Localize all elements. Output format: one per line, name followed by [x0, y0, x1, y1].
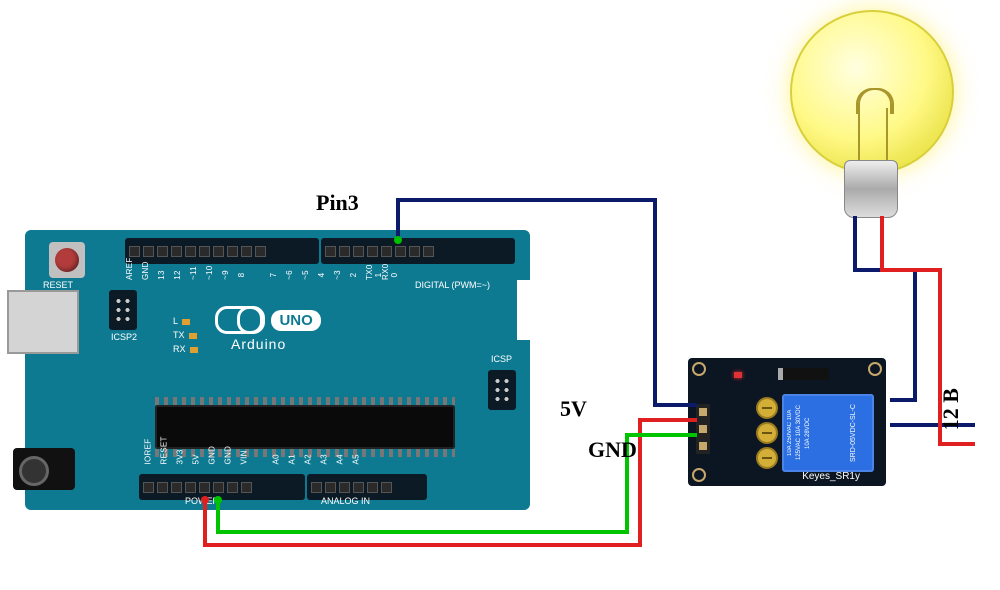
arduino-logo: UNO Arduino: [215, 306, 321, 352]
label-12v: 12 B: [938, 388, 964, 430]
relay-terminal-com[interactable]: [756, 422, 778, 444]
relay-pin-minus[interactable]: [699, 442, 707, 450]
relay-pin-s[interactable]: [699, 408, 707, 416]
reset-button[interactable]: [49, 242, 85, 278]
light-bulb: [790, 10, 950, 230]
icsp-header[interactable]: [488, 370, 516, 410]
relay-screw-terminals-visual: [756, 396, 778, 470]
relay-brand-label: Keyes_SR1y: [802, 471, 860, 482]
bulb-glass: [790, 10, 954, 174]
relay-ratings-text: 10A 250VAC 10A 125VAC 10A 30VDC 10A 28VD…: [786, 400, 806, 466]
label-pin3: Pin3: [316, 190, 359, 216]
power-analog-pin-labels: IOREFRESET3V35VGNDGNDVIN A0A1A2A3A4A5: [143, 455, 423, 464]
digital-header-right[interactable]: [321, 238, 515, 264]
bulb-base: [844, 160, 898, 218]
usb-port: [7, 290, 79, 354]
atmega-chip: [155, 405, 455, 449]
analog-section-label: ANALOG IN: [321, 496, 370, 506]
power-section-label: POWER: [185, 496, 219, 506]
power-header[interactable]: [139, 474, 305, 500]
relay-terminal-nc[interactable]: [756, 397, 778, 419]
model-badge: UNO: [271, 310, 320, 331]
icsp2-label: ICSP2: [111, 332, 137, 342]
arduino-uno-board: RESET AREFGND1312~11~10~98 7~6~54~32TX0 …: [25, 230, 530, 510]
digital-header-left[interactable]: [125, 238, 319, 264]
relay-pin-plus[interactable]: [699, 425, 707, 433]
dc-barrel-jack: [13, 448, 75, 490]
relay-terminal-no[interactable]: [756, 447, 778, 469]
relay-module: SRD-05VDC-SL-C 10A 250VAC 10A 125VAC 10A…: [688, 358, 886, 486]
reset-label: RESET: [43, 280, 73, 290]
label-5v: 5V: [560, 396, 587, 422]
relay-input-header[interactable]: [696, 404, 710, 454]
status-leds: L TX RX: [173, 314, 198, 356]
brand-text: Arduino: [231, 336, 321, 352]
relay-cube: SRD-05VDC-SL-C 10A 250VAC 10A 125VAC 10A…: [782, 394, 874, 472]
bulb-filament: [858, 108, 860, 168]
infinity-icon: [215, 306, 263, 334]
relay-model-text: SRD-05VDC-SL-C: [850, 400, 868, 466]
icsp2-header[interactable]: [109, 290, 137, 330]
relay-status-led: [734, 372, 742, 378]
relay-diode: [778, 368, 829, 380]
label-gnd: GND: [588, 437, 637, 463]
icsp-label: ICSP: [491, 354, 512, 364]
digital-section-label: DIGITAL (PWM=~): [415, 280, 490, 290]
